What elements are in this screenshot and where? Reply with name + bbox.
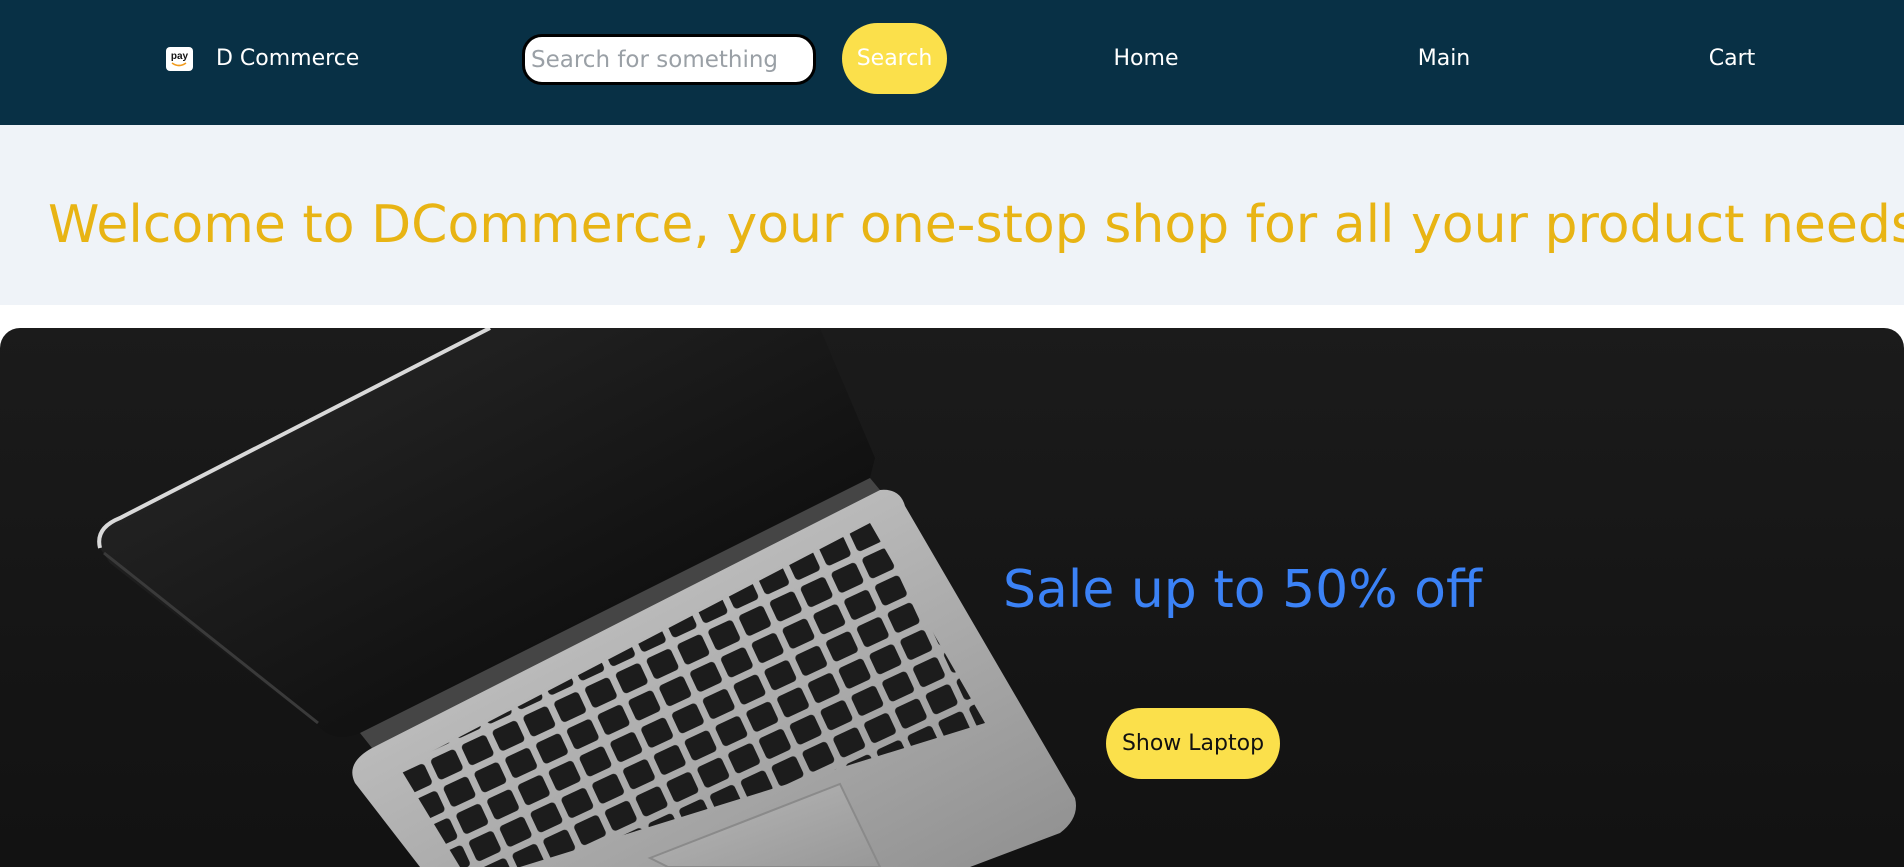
search-input[interactable]	[522, 34, 816, 85]
navbar: pay D Commerce Search Home Main Cart	[0, 0, 1904, 125]
nav-link-cart[interactable]: Cart	[1709, 46, 1756, 71]
sale-headline: Sale up to 50% off	[1003, 560, 1482, 620]
welcome-banner: Welcome to DCommerce, your one-stop shop…	[0, 125, 1904, 305]
search-button[interactable]: Search	[842, 23, 947, 94]
laptop-image	[97, 328, 1076, 867]
show-laptop-button[interactable]: Show Laptop	[1106, 708, 1280, 779]
amazon-pay-icon: pay	[166, 46, 193, 71]
nav-link-home[interactable]: Home	[1114, 46, 1179, 71]
brand-name: D Commerce	[216, 46, 360, 71]
nav-link-main[interactable]: Main	[1418, 46, 1471, 71]
hero-banner: Sale up to 50% off Show Laptop	[0, 328, 1904, 867]
welcome-heading: Welcome to DCommerce, your one-stop shop…	[48, 195, 1904, 255]
brand[interactable]: pay D Commerce	[166, 46, 359, 71]
